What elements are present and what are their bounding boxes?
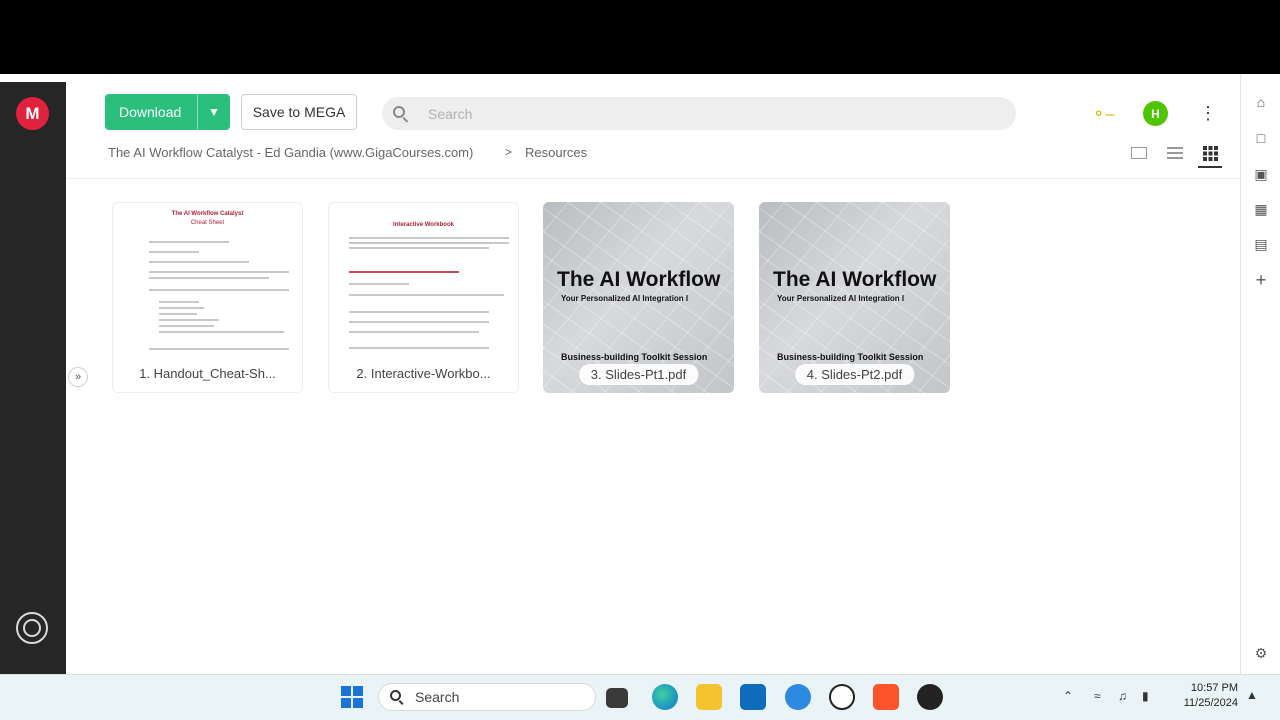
preview-title: The AI Workflow [773,268,937,291]
avatar[interactable]: H [1143,101,1168,126]
preview-line [149,348,289,350]
more-menu-icon[interactable]: ⋮ [1198,102,1218,124]
preview-line [349,347,489,349]
thumbnail-view-icon[interactable] [1129,144,1149,162]
active-view-indicator [1198,166,1222,168]
breadcrumb-folder[interactable]: The AI Workflow Catalyst - Ed Gandia (ww… [108,145,473,160]
preview-line [349,247,489,249]
screen-top-blackbar [0,0,1280,74]
task-view-icon[interactable] [606,688,628,708]
download-button[interactable]: Download ▼ [105,94,230,130]
chevron-up-icon[interactable]: ⌃ [1063,689,1073,703]
chat-icon[interactable]: □ [1253,130,1269,146]
preview-line [349,311,489,313]
preview-subtitle: Your Personalized AI Integration I [777,294,905,303]
preview-title: The AI Workflow Catalyst [171,211,244,217]
account-settings-icon[interactable] [16,612,48,644]
file-name: 1. Handout_Cheat-Sh... [127,363,288,384]
preview-line [149,241,229,243]
add-icon[interactable]: + [1253,271,1269,289]
preview-footer: Business-building Toolkit Session [561,352,708,362]
file-name: 3. Slides-Pt1.pdf [578,364,699,385]
taskbar-clock[interactable]: 10:57 PM 11/25/2024 [1168,681,1238,711]
clock-date: 11/25/2024 [1183,697,1238,709]
preview-line [159,307,204,309]
reading-list-icon[interactable]: ▤ [1253,236,1269,252]
search-icon [389,689,405,705]
file-card[interactable]: The AI Workflow Your Personalized AI Int… [543,202,734,393]
file-card[interactable]: The AI Workflow Your Personalized AI Int… [759,202,950,393]
app-icon[interactable] [917,684,943,710]
search-input[interactable] [428,105,928,122]
wifi-icon[interactable]: ≈ [1094,689,1101,703]
todo-icon[interactable] [785,684,811,710]
taskbar-search-label: Search [415,689,460,705]
windows-taskbar [0,674,1280,720]
brave-browser-icon[interactable] [873,684,899,710]
clock-time: 10:57 PM [1190,682,1238,694]
preview-subtitle: Your Personalized AI Integration I [561,294,689,303]
battery-icon[interactable]: ▮ [1142,689,1149,703]
notification-bell-icon[interactable]: ▲ [1246,688,1258,702]
preview-line [349,242,509,244]
preview-line [159,319,219,321]
preview-subtitle: Cheat Sheet [190,220,225,226]
expand-sidebar-icon[interactable]: » [68,367,88,387]
home-icon[interactable]: ⌂ [1253,94,1269,110]
preview-line [349,331,479,333]
preview-line [149,261,249,263]
rail-top-gap [0,74,66,82]
preview-title: Interactive Workbook [393,222,454,228]
file-card[interactable]: The AI Workflow Catalyst Cheat Sheet 1. … [112,202,303,393]
windows-start-icon[interactable] [341,686,363,708]
file-explorer-icon[interactable] [696,684,722,710]
preview-line [159,331,284,333]
preview-line [159,325,214,327]
taskbar-search[interactable]: Search [378,683,596,711]
mega-logo-icon[interactable]: M [16,97,49,130]
breadcrumb-separator: > [505,145,513,159]
grid-view-icon[interactable] [1200,144,1220,162]
preview-line [159,313,197,315]
preview-line [349,321,489,323]
browser-side-panel: ⌂ □ ▣ ▦ ▤ + ⚙ [1240,74,1280,674]
preview-line [149,271,289,273]
preview-line [149,251,199,253]
key-icon[interactable]: ⚬‒ [1092,104,1114,124]
file-name: 4. Slides-Pt2.pdf [794,364,915,385]
chevron-down-icon[interactable]: ▼ [198,105,230,119]
preview-line [349,294,504,296]
left-rail [0,82,66,674]
preview-line [349,271,459,273]
header-divider [66,178,1240,179]
wallet-icon[interactable]: ▣ [1253,166,1269,182]
breadcrumb-current: Resources [525,145,588,160]
gear-icon[interactable]: ⚙ [1253,645,1269,661]
preview-line [349,283,409,285]
bookmark-icon[interactable]: ▦ [1253,201,1269,217]
preview-line [149,277,269,279]
file-card[interactable]: Interactive Workbook 2. Interactive-Work… [328,202,519,393]
preview-line [149,289,289,291]
file-name: 2. Interactive-Workbo... [344,363,503,384]
save-to-mega-button[interactable]: Save to MEGA [241,94,357,130]
preview-title: The AI Workflow [557,268,721,291]
preview-footer: Business-building Toolkit Session [777,352,924,362]
edge-browser-icon[interactable] [652,684,678,710]
preview-line [159,301,199,303]
volume-icon[interactable]: ♫ [1118,689,1127,703]
list-view-icon[interactable] [1165,144,1185,162]
search-icon [392,105,410,123]
search-bar[interactable] [382,97,1016,130]
preview-line [349,237,509,239]
download-label: Download [119,104,182,120]
chatgpt-icon[interactable] [829,684,855,710]
outlook-icon[interactable] [740,684,766,710]
